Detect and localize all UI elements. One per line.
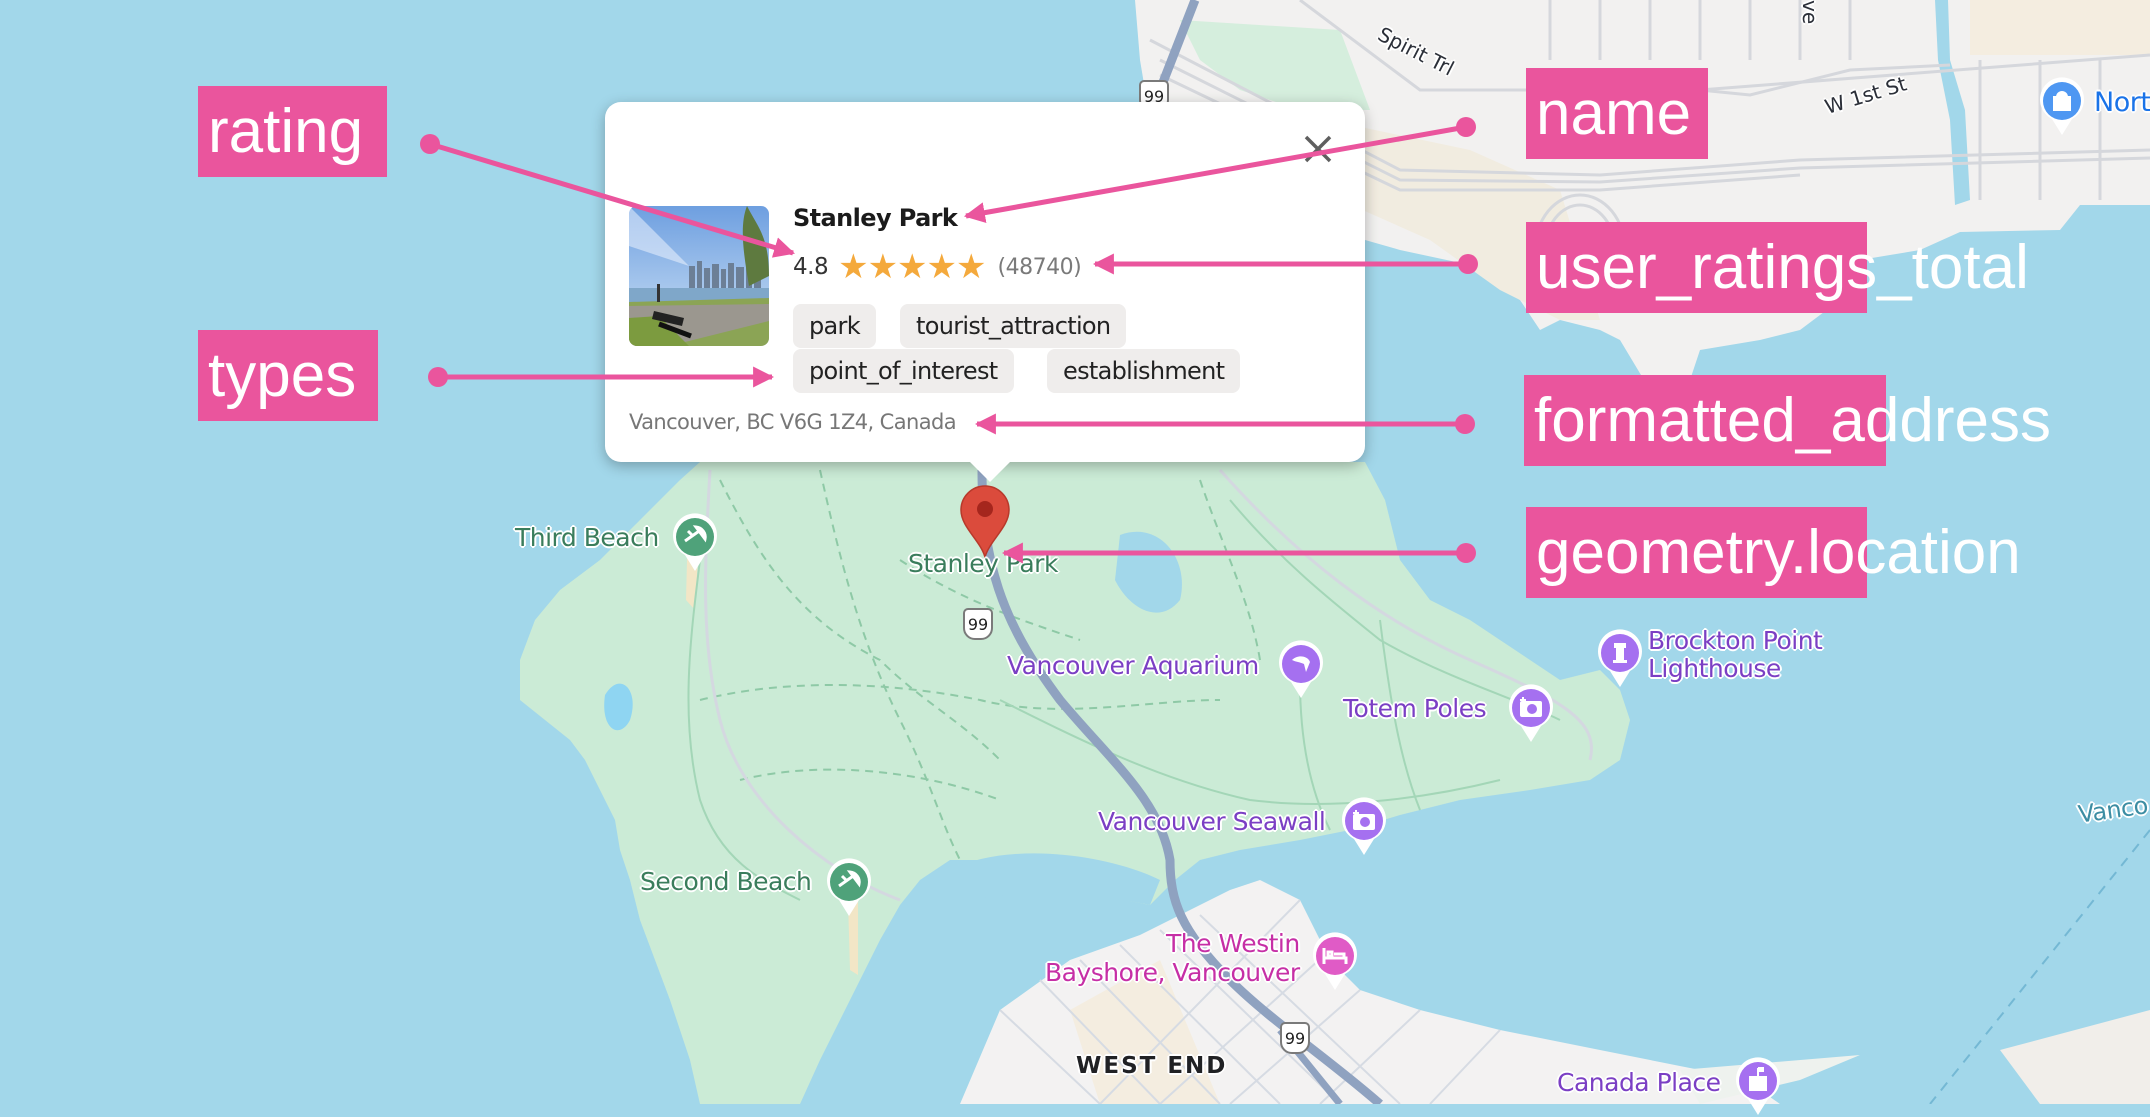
lighthouse-icon[interactable] [1595, 627, 1645, 689]
poi-label-westin-line-1[interactable]: The Westin [1166, 930, 1300, 958]
poi-label-vancouver-seawall[interactable]: Vancouver Seawall [1098, 808, 1326, 836]
formatted-address: Vancouver, BC V6G 1Z4, Canada [629, 410, 957, 434]
poi-label-second-beach[interactable]: Second Beach [640, 868, 812, 896]
star-icon: ★ [956, 247, 987, 287]
annotation-label-types: types [198, 330, 378, 421]
poi-label-vancouver-aquarium[interactable]: Vancouver Aquarium [1007, 652, 1259, 680]
poi-label-totem-poles[interactable]: Totem Poles [1343, 695, 1487, 723]
map-pin-icon[interactable] [958, 485, 1012, 559]
highway-99-shield: 99 [1280, 1022, 1310, 1054]
annotation-label-geometry-location: geometry.location [1526, 507, 2021, 598]
close-icon[interactable] [1300, 131, 1336, 167]
star-icon: ★ [838, 247, 869, 287]
poi-label-canada-place[interactable]: Canada Place [1557, 1069, 1721, 1097]
bed-icon[interactable] [1310, 930, 1360, 992]
building-icon[interactable] [1733, 1055, 1783, 1117]
district-label-west-end: WEST END [1076, 1053, 1228, 1079]
rating-row: 4.8 ★★★★★ (48740) [793, 247, 1082, 287]
dolphin-icon[interactable] [1276, 638, 1326, 700]
type-chip-point-of-interest: point_of_interest [793, 349, 1014, 393]
place-photo[interactable] [629, 206, 769, 346]
poi-label-brockton-point-line-2[interactable]: Lighthouse [1648, 655, 1781, 683]
shopping-bag-icon[interactable] [2037, 75, 2087, 137]
poi-label-stanley-park[interactable]: Stanley Park [908, 550, 1058, 578]
poi-label-westin-line-2[interactable]: Bayshore, Vancouver [1045, 959, 1300, 987]
star-icon: ★ [926, 247, 958, 287]
poi-label-brockton-point-line-1[interactable]: Brockton Point [1648, 627, 1823, 655]
highway-99-shield: 99 [963, 608, 993, 640]
type-chip-park: park [793, 304, 876, 348]
star-icon: ★ [867, 247, 899, 287]
poi-label-north[interactable]: Nort [2094, 89, 2150, 117]
user-ratings-total: (48740) [997, 254, 1082, 280]
annotation-label-formatted-address: formatted_address [1524, 375, 2051, 466]
street-label-ave: ve [1798, 0, 1822, 25]
star-rating: ★★★★★ [838, 247, 987, 287]
rating-value: 4.8 [793, 254, 829, 280]
commercial-area [1970, 0, 2150, 55]
camera-icon[interactable] [1339, 795, 1389, 857]
type-chip-establishment: establishment [1047, 349, 1241, 393]
poi-label-third-beach[interactable]: Third Beach [515, 524, 659, 552]
beach-umbrella-icon[interactable] [670, 511, 720, 573]
star-icon: ★ [897, 247, 928, 287]
annotation-label-user-ratings-total: user_ratings_total [1526, 222, 2029, 313]
type-chip-tourist-attraction: tourist_attraction [900, 304, 1127, 348]
beach-umbrella-icon[interactable] [824, 856, 874, 918]
annotation-label-name: name [1526, 68, 1708, 159]
annotation-label-rating: rating [198, 86, 387, 177]
place-name: Stanley Park [793, 204, 958, 232]
camera-icon[interactable] [1506, 682, 1556, 744]
info-card-tail [966, 458, 1014, 482]
